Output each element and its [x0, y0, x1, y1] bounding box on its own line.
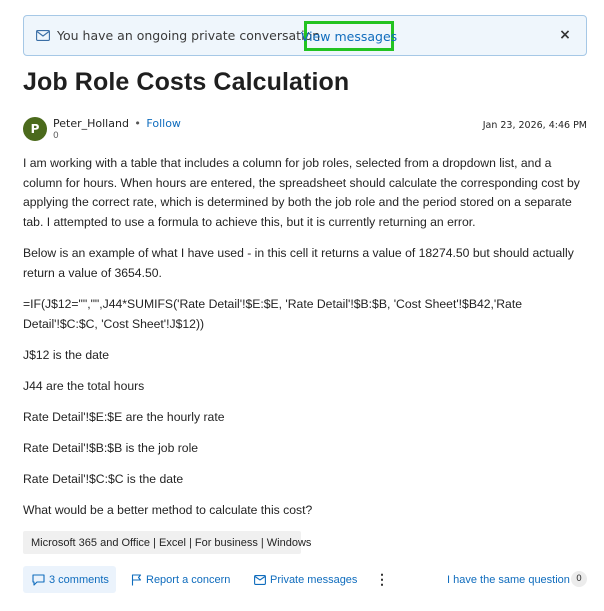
more-options-icon[interactable]: ⋮ [375, 566, 389, 593]
follow-link[interactable]: Follow [146, 117, 181, 130]
post-paragraph: J$12 is the date [23, 348, 110, 362]
mail-icon [254, 574, 266, 585]
post-paragraph: I am working with a table that includes … [23, 156, 580, 229]
page-title: Job Role Costs Calculation [23, 68, 350, 96]
comments-button[interactable]: 3 comments [23, 566, 116, 593]
comments-label: 3 comments [49, 573, 109, 586]
banner-text: You have an ongoing private conversation [57, 28, 321, 43]
post-body: I am working with a table that includes … [23, 154, 583, 532]
view-messages-link[interactable]: View messages [301, 21, 397, 51]
author-name[interactable]: Peter_Holland [53, 117, 129, 130]
post-paragraph: Rate Detail'!$E:$E are the hourly rate [23, 410, 225, 424]
separator-dot: • [134, 117, 141, 130]
same-question-button[interactable]: I have the same question [447, 566, 570, 593]
author-score: 0 [53, 131, 59, 141]
report-concern-button[interactable]: Report a concern [131, 566, 230, 593]
private-messages-label: Private messages [270, 573, 358, 586]
post-paragraph: Below is an example of what I have used … [23, 246, 574, 280]
mail-icon [36, 30, 50, 41]
post-date: Jan 23, 2026, 4:46 PM [482, 120, 587, 131]
close-icon[interactable]: × [558, 28, 572, 42]
conversation-banner: You have an ongoing private conversation… [23, 15, 587, 56]
post-paragraph: Rate Detail'!$C:$C is the date [23, 472, 184, 486]
post-paragraph: Rate Detail'!$B:$B is the job role [23, 441, 199, 455]
author-line: Peter_Holland • Follow [53, 117, 181, 130]
same-question-count: 0 [571, 571, 587, 587]
private-messages-button[interactable]: Private messages [254, 566, 357, 593]
category-tag[interactable]: Microsoft 365 and Office | Excel | For b… [23, 531, 311, 554]
avatar[interactable]: P [23, 117, 47, 141]
action-bar: 3 comments Report a concern Private mess… [23, 566, 587, 594]
formula-paragraph: =IF(J$12="","",J44*SUMIFS('Rate Detail'!… [23, 297, 522, 331]
comment-icon [32, 573, 45, 586]
flag-icon [131, 573, 142, 585]
post-paragraph: What would be a better method to calcula… [23, 503, 313, 517]
report-label: Report a concern [146, 573, 231, 586]
post-paragraph: J44 are the total hours [23, 379, 145, 393]
